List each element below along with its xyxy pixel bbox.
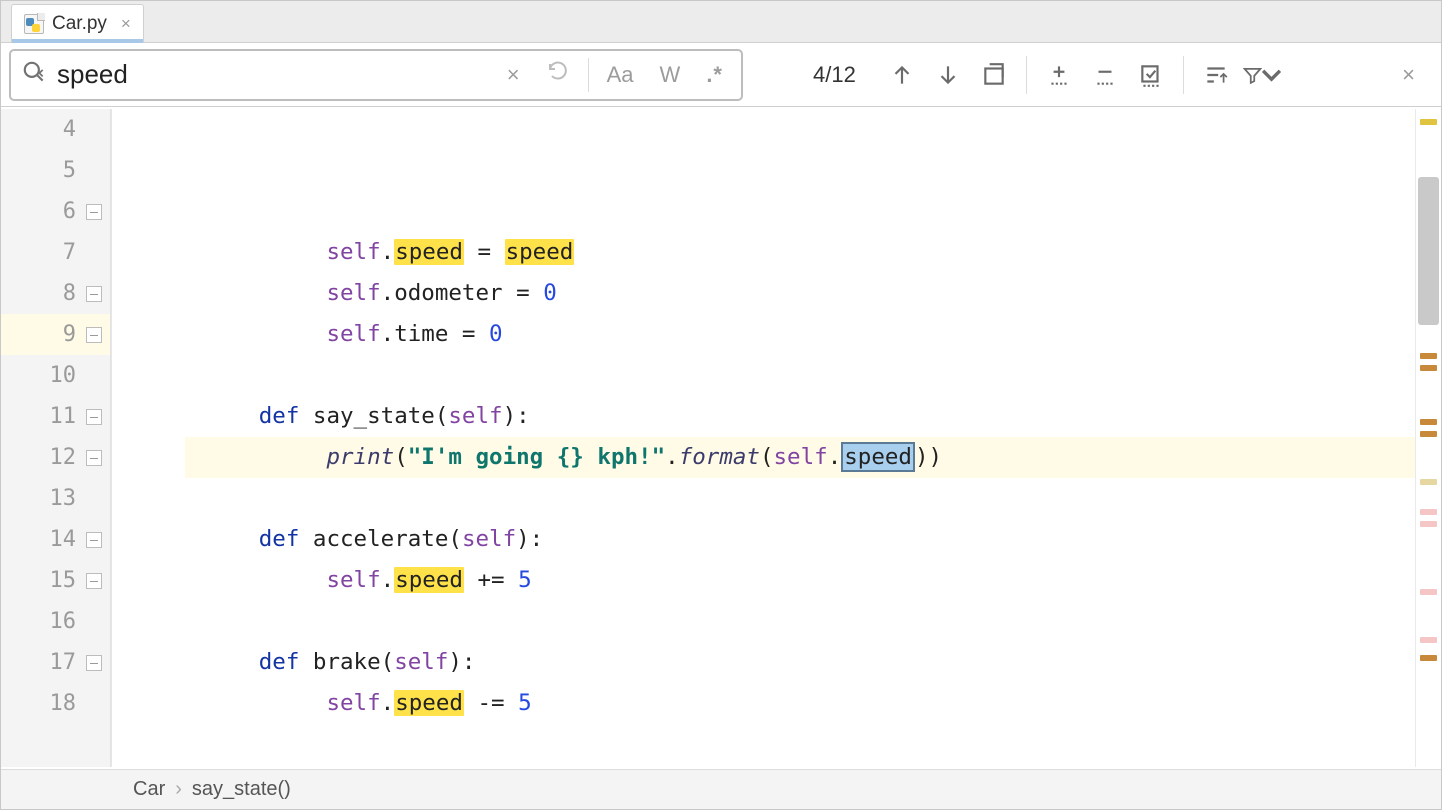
fold-icon[interactable] — [86, 532, 102, 548]
line-number[interactable]: 7 — [1, 232, 110, 273]
stripe-marker[interactable] — [1420, 637, 1437, 643]
code-line[interactable]: def step(self): — [185, 765, 1415, 767]
stripe-marker[interactable] — [1420, 589, 1437, 595]
line-number[interactable]: 8 — [1, 273, 110, 314]
code-line[interactable] — [185, 478, 1415, 519]
line-number[interactable]: 17 — [1, 642, 110, 683]
match-count: 4/12 — [743, 62, 882, 88]
code-line[interactable]: self.speed -= 5 — [185, 683, 1415, 724]
code-line[interactable]: print("I'm going {} kph!".format(self.sp… — [185, 437, 1415, 478]
fold-icon[interactable] — [86, 286, 102, 302]
whole-word-toggle[interactable]: W — [652, 60, 689, 90]
editor: 456789101112131415161718 self.speed = sp… — [1, 109, 1441, 767]
code-line[interactable] — [185, 724, 1415, 765]
tab-bar: Car.py × — [1, 1, 1441, 43]
stripe-marker[interactable] — [1420, 353, 1437, 359]
stripe-marker[interactable] — [1420, 119, 1437, 125]
line-number[interactable]: 10 — [1, 355, 110, 396]
code-line[interactable]: def brake(self): — [185, 642, 1415, 683]
stripe-marker[interactable] — [1420, 431, 1437, 437]
python-file-icon — [24, 14, 44, 34]
code-line[interactable]: self.speed = speed — [185, 232, 1415, 273]
close-find-button[interactable]: × — [1392, 56, 1425, 94]
select-all-button[interactable] — [974, 55, 1014, 95]
tab-close-icon[interactable]: × — [121, 14, 131, 34]
prev-match-button[interactable] — [882, 55, 922, 95]
fold-icon[interactable] — [86, 327, 102, 343]
filter-button[interactable] — [1242, 55, 1282, 95]
line-number[interactable]: 15 — [1, 560, 110, 601]
match-case-toggle[interactable]: Aa — [599, 60, 642, 90]
fold-icon[interactable] — [86, 655, 102, 671]
find-toolbar: × Aa W .* 4/12 × — [1, 43, 1441, 107]
next-match-button[interactable] — [928, 55, 968, 95]
indent-guides — [111, 109, 185, 767]
code-line[interactable]: self.time = 0 — [185, 314, 1415, 355]
line-number[interactable]: 4 — [1, 109, 110, 150]
fold-icon[interactable] — [86, 450, 102, 466]
code-line[interactable] — [185, 355, 1415, 396]
gutter: 456789101112131415161718 — [1, 109, 111, 767]
scrollbar-thumb[interactable] — [1418, 177, 1439, 325]
code-line[interactable] — [185, 601, 1415, 642]
stripe-marker[interactable] — [1420, 419, 1437, 425]
stripe-marker[interactable] — [1420, 521, 1437, 527]
breadcrumb: Car › say_state() — [1, 769, 1441, 809]
crumb-method[interactable]: say_state() — [192, 778, 291, 801]
code-line[interactable]: def accelerate(self): — [185, 519, 1415, 560]
crumb-class[interactable]: Car — [133, 778, 165, 801]
line-number[interactable]: 5 — [1, 150, 110, 191]
line-number[interactable]: 6 — [1, 191, 110, 232]
line-number[interactable]: 11 — [1, 396, 110, 437]
stripe-marker[interactable] — [1420, 655, 1437, 661]
line-number[interactable]: 9 — [1, 314, 110, 355]
toggle-filter-button[interactable] — [1196, 55, 1236, 95]
marker-stripe[interactable] — [1415, 109, 1441, 767]
search-icon[interactable] — [21, 59, 47, 90]
line-number[interactable]: 12 — [1, 437, 110, 478]
line-number[interactable]: 18 — [1, 683, 110, 724]
file-tab[interactable]: Car.py × — [11, 4, 144, 42]
tab-filename: Car.py — [52, 13, 107, 35]
find-input-box: × Aa W .* — [9, 49, 743, 101]
add-selection-button[interactable] — [1039, 55, 1079, 95]
code-line[interactable]: self.speed += 5 — [185, 560, 1415, 601]
stripe-marker[interactable] — [1420, 479, 1437, 485]
code-line[interactable]: def say_state(self): — [185, 396, 1415, 437]
line-number[interactable]: 13 — [1, 478, 110, 519]
code-line[interactable]: self.odometer = 0 — [185, 273, 1415, 314]
line-number[interactable]: 14 — [1, 519, 110, 560]
stripe-marker[interactable] — [1420, 365, 1437, 371]
fold-icon[interactable] — [86, 573, 102, 589]
select-occurrences-button[interactable] — [1131, 55, 1171, 95]
line-number[interactable]: 16 — [1, 601, 110, 642]
remove-selection-button[interactable] — [1085, 55, 1125, 95]
chevron-right-icon: › — [175, 778, 182, 801]
fold-icon[interactable] — [86, 204, 102, 220]
find-actions — [882, 55, 1294, 95]
clear-search-icon[interactable]: × — [499, 58, 528, 92]
stripe-marker[interactable] — [1420, 509, 1437, 515]
fold-icon[interactable] — [86, 409, 102, 425]
code-area[interactable]: self.speed = speed self.odometer = 0 sel… — [185, 109, 1415, 767]
regex-toggle[interactable]: .* — [698, 60, 731, 90]
find-input[interactable] — [57, 59, 489, 90]
search-history-icon[interactable] — [538, 56, 578, 94]
